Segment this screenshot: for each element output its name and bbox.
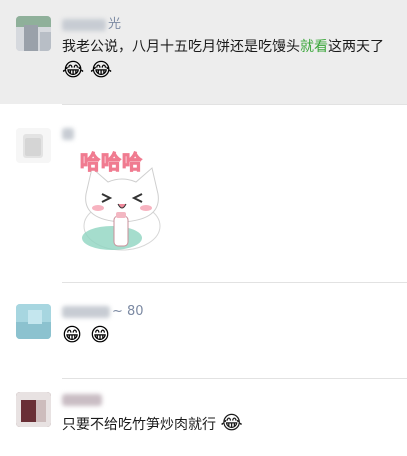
avatar[interactable] xyxy=(16,128,51,163)
comment-text: 我老公说，八月十五吃月饼还是吃馒头就看这两天了 xyxy=(62,39,384,55)
separator xyxy=(62,378,407,379)
separator xyxy=(62,104,407,105)
laughing-tears-emoji: 😂 xyxy=(220,412,243,434)
grinning-emoji: 😁 xyxy=(90,324,110,346)
commenter-name[interactable] xyxy=(62,392,104,408)
avatar[interactable] xyxy=(16,392,51,427)
comment-item[interactable]: 哈哈哈 xyxy=(0,104,407,282)
emoji-row: 😁 😁 xyxy=(62,325,110,345)
avatar[interactable] xyxy=(16,16,51,51)
comment-item[interactable]: ~ 80 😁 😁 xyxy=(0,282,407,378)
comment-item[interactable]: 光 我老公说，八月十五吃月饼还是吃馒头就看这两天了 😂 😂 xyxy=(0,0,407,104)
comment-text: 只要不给吃竹笋炒肉就行 😂 xyxy=(62,412,243,434)
emoji-row: 😂 😂 xyxy=(62,59,113,81)
commenter-name[interactable]: ~ 80 xyxy=(62,304,144,320)
laughing-tears-emoji: 😂 xyxy=(90,59,113,81)
separator xyxy=(62,282,407,283)
avatar[interactable] xyxy=(16,304,51,339)
highlighted-text: 就看 xyxy=(300,39,328,55)
cat-sticker[interactable]: 哈哈哈 xyxy=(62,132,182,254)
sticker-caption: 哈哈哈 xyxy=(80,150,143,175)
laughing-tears-emoji: 😂 xyxy=(62,59,85,81)
comment-item[interactable]: 只要不给吃竹笋炒肉就行 😂 xyxy=(0,378,407,456)
commenter-name[interactable]: 光 xyxy=(62,17,121,33)
grinning-emoji: 😁 xyxy=(62,324,82,346)
